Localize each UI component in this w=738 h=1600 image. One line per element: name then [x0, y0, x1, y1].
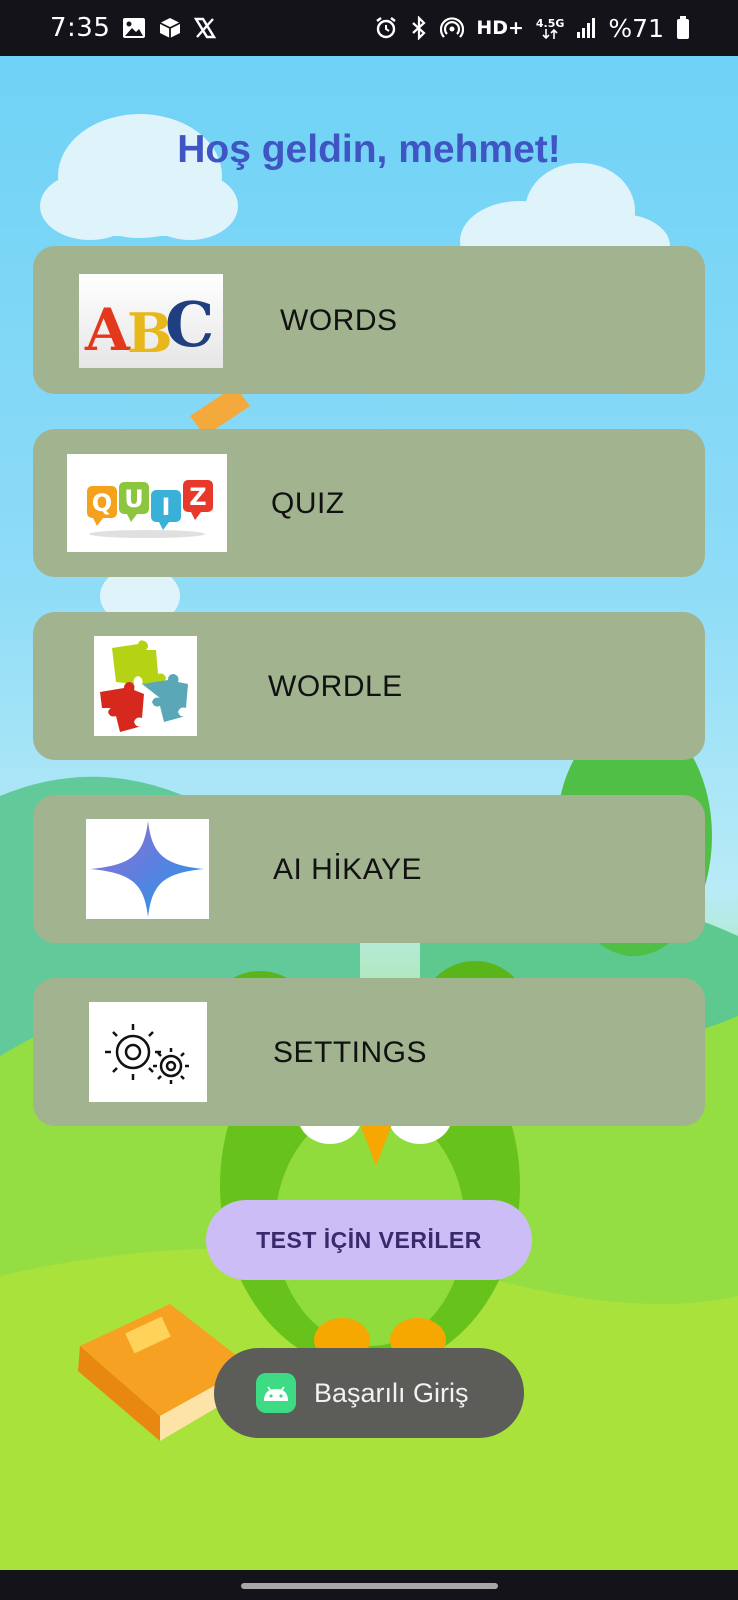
navigation-bar — [0, 1570, 738, 1600]
menu-label-ai-story: AI HİKAYE — [273, 853, 422, 886]
sparkle-star-icon — [86, 819, 209, 919]
svg-text:Z: Z — [189, 483, 206, 511]
menu-card-settings[interactable]: SETTINGS — [33, 978, 705, 1126]
svg-text:Q: Q — [92, 489, 112, 517]
network-label: 4.5G — [535, 16, 565, 30]
gears-icon — [89, 1002, 207, 1102]
hotspot-icon — [440, 16, 465, 40]
gallery-icon — [122, 17, 146, 39]
network-4-5g-icon: 4.5G — [535, 16, 565, 39]
bluetooth-icon — [410, 16, 428, 40]
quiz-bubbles-icon: Q U I Z — [67, 454, 227, 552]
toast-message: Başarılı Giriş — [214, 1348, 524, 1438]
svg-text:A: A — [84, 296, 131, 364]
menu-card-ai-story[interactable]: AI HİKAYE — [33, 795, 705, 943]
menu-card-quiz[interactable]: Q U I Z QUIZ — [33, 429, 705, 577]
svg-text:I: I — [162, 493, 171, 521]
hd-voice-icon: HD+ — [476, 17, 524, 39]
battery-percent: %71 — [608, 13, 664, 43]
menu-label-settings: SETTINGS — [273, 1036, 428, 1069]
battery-icon — [676, 16, 690, 40]
menu-card-words[interactable]: A B C WORDS — [33, 246, 705, 394]
signal-icon — [576, 17, 596, 39]
x-logo-icon — [194, 17, 217, 39]
puzzle-pieces-icon — [94, 636, 197, 736]
status-bar-right: HD+ 4.5G %71 — [374, 14, 690, 43]
package-icon — [158, 16, 182, 40]
menu-label-words: WORDS — [280, 304, 398, 337]
menu-label-wordle: WORDLE — [268, 670, 403, 703]
status-time: 7:35 — [50, 13, 111, 43]
android-icon — [256, 1373, 296, 1413]
svg-text:U: U — [124, 485, 144, 513]
home-screen: Hoş geldin, mehmet! A B C WORDS Q U I Z … — [0, 56, 738, 1570]
alarm-icon — [374, 16, 398, 40]
svg-text:C: C — [165, 288, 214, 361]
menu-label-quiz: QUIZ — [271, 487, 345, 520]
test-data-button[interactable]: TEST İÇİN VERİLER — [206, 1200, 532, 1280]
greeting-title: Hoş geldin, mehmet! — [177, 128, 561, 171]
menu-card-wordle[interactable]: WORDLE — [33, 612, 705, 760]
status-bar-left: 7:35 — [50, 13, 217, 43]
abc-letters-icon: A B C — [79, 274, 223, 368]
toast-text: Başarılı Giriş — [314, 1377, 469, 1408]
status-bar: 7:35 HD+ 4.5G %71 — [0, 0, 738, 56]
home-gesture-handle[interactable] — [241, 1583, 498, 1589]
hd-label: HD+ — [476, 17, 524, 39]
